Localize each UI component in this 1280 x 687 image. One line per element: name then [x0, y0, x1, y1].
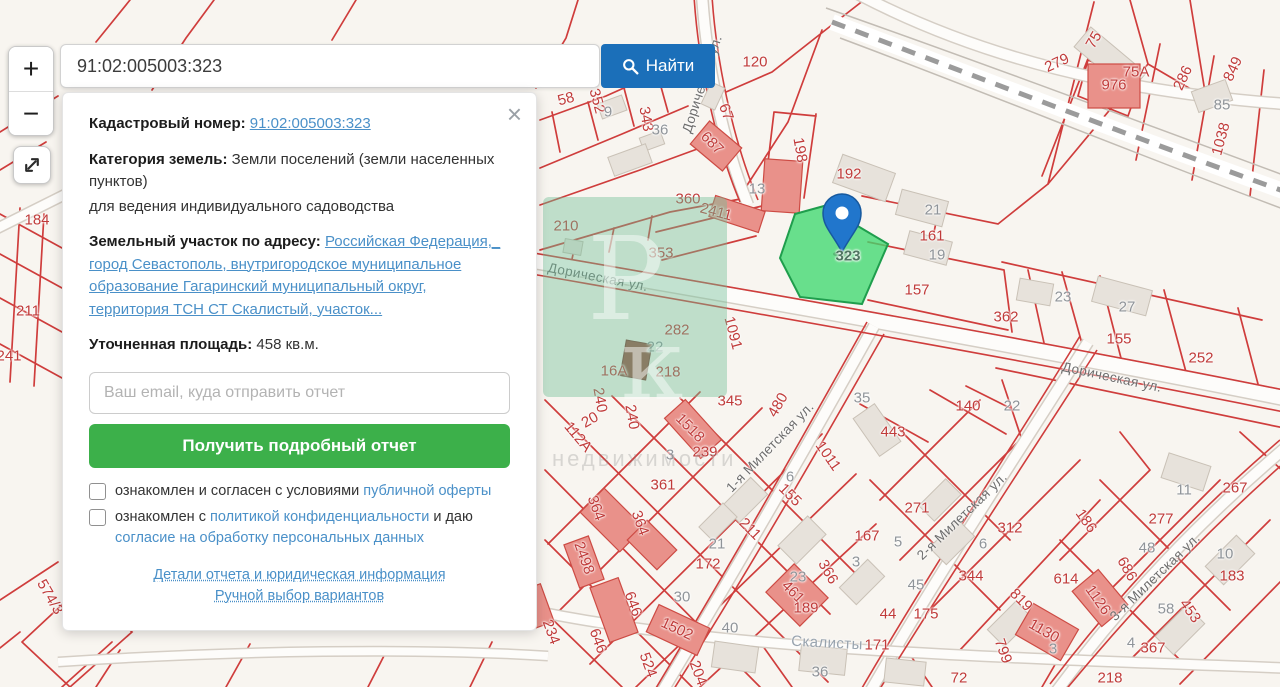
building-maroon — [620, 340, 652, 380]
privacy-policy-link[interactable]: политикой конфиденциальности — [210, 509, 429, 525]
offer-link[interactable]: публичной оферты — [363, 483, 491, 499]
zoom-out-button[interactable]: − — [9, 91, 53, 135]
area-value: 458 кв.м. — [256, 336, 318, 353]
cadastral-number-link[interactable]: 91:02:005003:323 — [250, 115, 371, 132]
area-row: Уточненная площадь: 458 кв.м. — [89, 334, 510, 357]
privacy-consent-row: ознакомлен с политикой конфиденциальност… — [89, 507, 510, 549]
zoom-in-button[interactable]: + — [9, 47, 53, 91]
get-report-button[interactable]: Получить подробный отчет — [89, 424, 510, 468]
search-icon — [622, 58, 639, 75]
manual-choice-link[interactable]: Ручной выбор вариантов — [89, 588, 510, 604]
buildings-red — [516, 64, 1140, 661]
offer-consent-text: ознакомлен и согласен с условиями публич… — [115, 481, 491, 502]
area-label: Уточненная площадь: — [89, 336, 252, 353]
land-category-label: Категория земель: — [89, 151, 227, 168]
privacy-checkbox[interactable] — [89, 509, 106, 526]
parcel-info-panel: × Кадастровый номер: 91:02:005003:323 Ка… — [62, 92, 537, 631]
close-icon[interactable]: × — [507, 101, 522, 127]
land-use-row: для ведения индивидуального садоводства — [89, 196, 510, 219]
land-category-row: Категория земель: Земли поселений (земли… — [89, 149, 510, 194]
address-row: Земельный участок по адресу: Российская … — [89, 231, 510, 321]
cadastral-map-app: 5835293433612067687198192133602411210353… — [0, 0, 1280, 687]
panel-footer-links: Детали отчета и юридическая информация Р… — [89, 567, 510, 604]
fullscreen-button[interactable] — [13, 146, 51, 184]
offer-consent-row: ознакомлен и согласен с условиями публич… — [89, 481, 510, 502]
personal-data-link[interactable]: согласие на обработку персональных данны… — [115, 530, 424, 546]
cadastral-number-label: Кадастровый номер: — [89, 115, 246, 132]
railway — [826, 8, 1280, 210]
search-button-label: Найти — [646, 56, 695, 76]
search-input[interactable] — [60, 44, 600, 88]
zoom-controls: + − — [8, 46, 54, 136]
search-button[interactable]: Найти — [601, 44, 715, 88]
cadastral-number-row: Кадастровый номер: 91:02:005003:323 — [89, 113, 510, 136]
report-details-link[interactable]: Детали отчета и юридическая информация — [89, 567, 510, 583]
offer-checkbox[interactable] — [89, 483, 106, 500]
address-label: Земельный участок по адресу: — [89, 233, 321, 250]
expand-icon — [19, 152, 45, 178]
privacy-consent-text: ознакомлен с политикой конфиденциальност… — [115, 507, 510, 549]
email-field[interactable] — [89, 372, 510, 414]
